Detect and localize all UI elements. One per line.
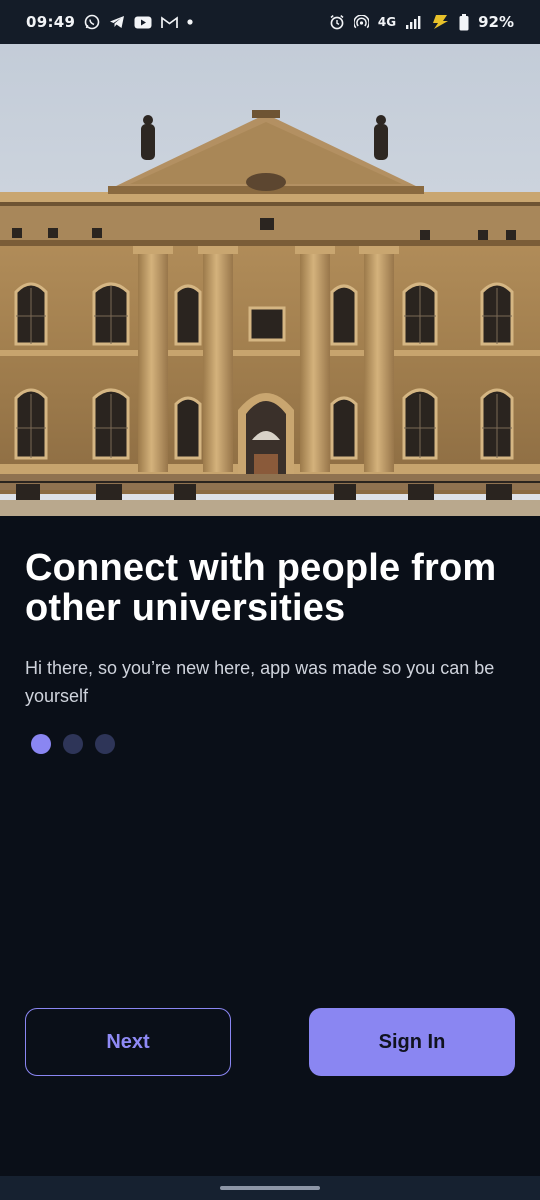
university-building-illustration bbox=[0, 44, 540, 516]
status-bar-left: 09:49 bbox=[26, 13, 193, 31]
onboarding-content: Connect with people from other universit… bbox=[25, 548, 515, 754]
signal-icon bbox=[405, 15, 421, 30]
sign-in-button[interactable]: Sign In bbox=[309, 1008, 515, 1076]
whatsapp-icon bbox=[84, 14, 100, 30]
next-button[interactable]: Next bbox=[25, 1008, 231, 1076]
onboarding-subtitle: Hi there, so you’re new here, app was ma… bbox=[25, 658, 495, 706]
hero-image bbox=[0, 44, 540, 516]
battery-icon bbox=[459, 13, 469, 31]
status-bar-right: 4G 92% bbox=[329, 13, 514, 31]
telegram-icon bbox=[109, 15, 125, 29]
page-indicator-dot-1 bbox=[31, 734, 51, 754]
status-time: 09:49 bbox=[26, 13, 76, 31]
status-bar: 09:49 4G 92% bbox=[0, 0, 540, 44]
battery-percentage: 92% bbox=[478, 13, 514, 31]
page-indicator-dot-3 bbox=[95, 734, 115, 754]
page-indicator-dot-2 bbox=[63, 734, 83, 754]
alarm-icon bbox=[329, 14, 345, 30]
home-handle[interactable] bbox=[220, 1186, 320, 1190]
hotspot-icon bbox=[353, 15, 369, 29]
youtube-icon bbox=[134, 16, 152, 29]
network-type: 4G bbox=[377, 15, 397, 29]
notification-dot-icon bbox=[187, 19, 193, 25]
gmail-icon bbox=[161, 15, 179, 29]
page-indicator bbox=[25, 734, 515, 754]
onboarding-title: Connect with people from other universit… bbox=[25, 547, 497, 629]
charging-icon bbox=[430, 14, 450, 30]
gesture-nav-bar bbox=[0, 1176, 540, 1200]
